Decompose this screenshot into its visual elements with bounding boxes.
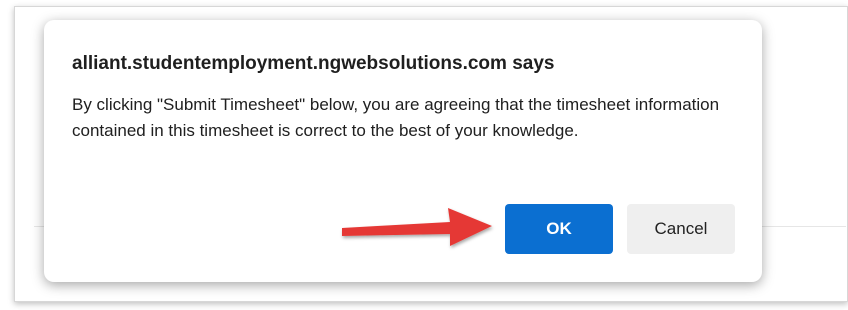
dialog-button-row: OK Cancel xyxy=(505,204,735,254)
dialog-title: alliant.studentemployment.ngwebsolutions… xyxy=(72,53,555,74)
ok-button[interactable]: OK xyxy=(505,204,613,254)
screenshot-frame: alliant.studentemployment.ngwebsolutions… xyxy=(0,0,848,310)
dialog-message: By clicking "Submit Timesheet" below, yo… xyxy=(72,95,720,140)
red-arrow-icon xyxy=(342,208,492,246)
cancel-button[interactable]: Cancel xyxy=(627,204,735,254)
